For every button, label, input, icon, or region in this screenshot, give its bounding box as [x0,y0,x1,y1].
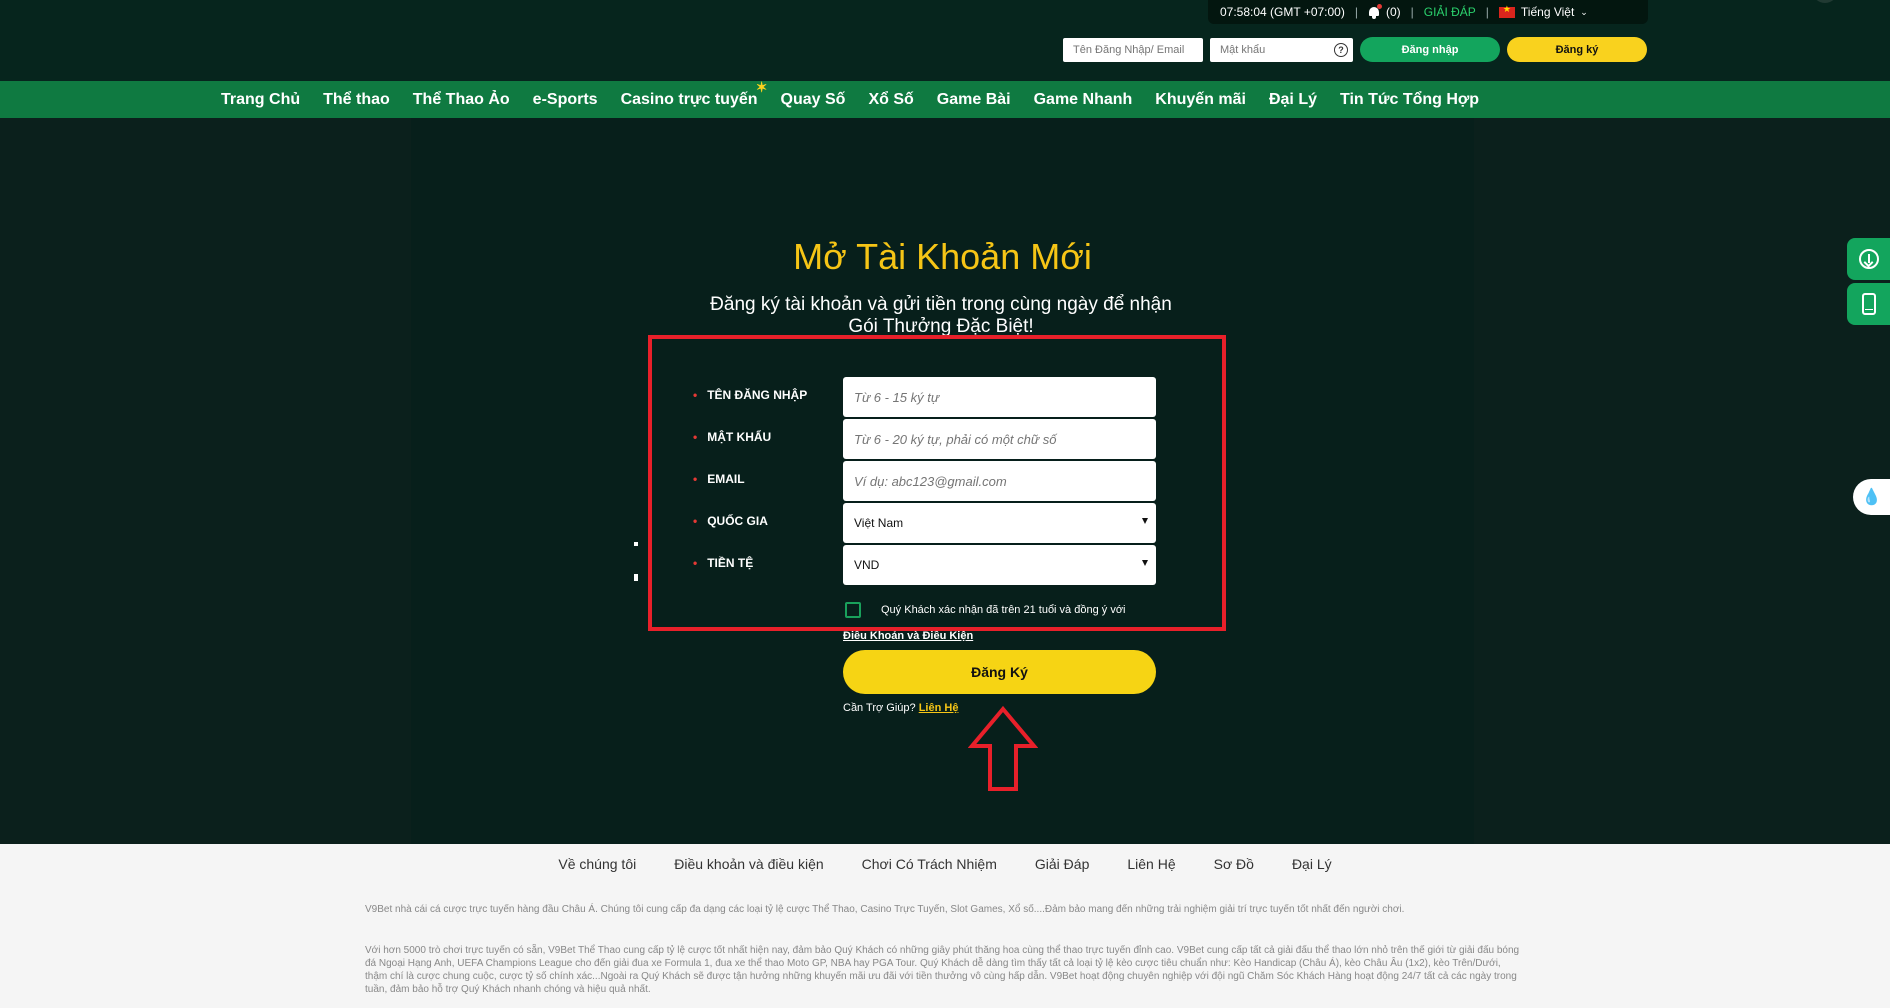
decoration-dot [634,542,638,546]
forgot-password-icon[interactable]: ? [1334,42,1348,57]
login-button[interactable]: Đăng nhập [1360,37,1500,62]
footer-link-contact[interactable]: Liên Hệ [1127,856,1175,872]
divider: | [1354,5,1358,19]
nav-item-news[interactable]: Tin Tức Tổng Hợp [1340,91,1479,109]
nav-item-card-games[interactable]: Game Bài [937,91,1011,109]
footer-link-terms[interactable]: Điều khoản và điều kiện [674,856,823,872]
contact-link[interactable]: Liên Hệ [919,702,959,714]
language-label: Tiếng Việt [1520,5,1575,19]
footer-link-responsible[interactable]: Chơi Có Trách Nhiệm [862,856,997,872]
page-subtitle: Đăng ký tài khoản và gửi tiền trong cùng… [710,294,1172,337]
star-icon: ✶ [755,78,768,95]
notification-count: (0) [1385,5,1401,19]
annotation-arrow-icon [968,706,1038,791]
footer-link-faq[interactable]: Giải Đáp [1035,856,1089,872]
annotation-highlight-box [648,335,1226,631]
password-wrapper: ? [1210,37,1353,62]
chevron-down-icon: ⌄ [1580,6,1588,17]
help-text: Cần Trợ Giúp? [843,702,916,714]
nav-item-lottery[interactable]: Xổ Số [868,91,913,109]
submit-register-button[interactable]: Đăng Ký [843,650,1156,694]
main-nav: Trang Chủ Thể thao Thể Thao Ảo e-Sports … [0,79,1890,118]
notifications-button[interactable]: (0) [1368,3,1401,19]
nav-item-virtual-sports[interactable]: Thể Thao Ảo [413,91,510,109]
mobile-app-button[interactable] [1847,283,1890,325]
footer-links: Về chúng tôi Điều khoản và điều kiện Chơ… [0,856,1890,872]
top-info-bar: 07:58:04 (GMT +07:00) | (0) | GIẢI ĐÁP |… [1208,0,1648,24]
server-time: 07:58:04 (GMT +07:00) [1220,5,1345,19]
password-input[interactable] [1210,37,1353,62]
nav-item-lottery-draw[interactable]: Quay Số [781,91,846,109]
top-header: 07:58:04 (GMT +07:00) | (0) | GIẢI ĐÁP |… [0,0,1890,81]
live-chat-button[interactable]: 💧 [1853,479,1890,515]
nav-item-esports[interactable]: e-Sports [533,91,598,109]
nav-item-casino-label: Casino trực tuyến [620,90,758,108]
footer-link-sitemap[interactable]: Sơ Đồ [1214,856,1254,872]
footer: Về chúng tôi Điều khoản và điều kiện Chơ… [0,844,1890,1008]
username-input[interactable] [1063,37,1203,62]
footer-description: V9Bet nhà cái cá cược trực tuyến hàng đầ… [365,904,1405,915]
nav-item-home[interactable]: Trang Chủ [221,91,300,109]
decoration-dot [634,574,638,581]
corner-decoration [1812,0,1838,3]
footer-description-long: Với hơn 5000 trò chơi trực tuyến có sẵn,… [365,945,1520,995]
nav-item-sports[interactable]: Thể thao [323,91,390,109]
divider: | [1485,5,1489,19]
vietnam-flag-icon [1498,4,1515,18]
chat-icon: 💧 [1861,489,1882,506]
download-button[interactable] [1847,238,1890,280]
help-link[interactable]: GIẢI ĐÁP [1424,5,1476,19]
help-line: Cần Trợ Giúp? Liên Hệ [843,702,958,714]
nav-item-agent[interactable]: Đại Lý [1269,91,1317,109]
login-form: ? Đăng nhập Đăng ký [1063,37,1647,62]
footer-link-about[interactable]: Về chúng tôi [558,856,636,872]
register-button[interactable]: Đăng ký [1507,37,1647,62]
nav-item-promotions[interactable]: Khuyến mãi [1155,91,1246,109]
nav-item-quick-games[interactable]: Game Nhanh [1034,91,1133,109]
phone-icon [1861,293,1876,315]
terms-link[interactable]: Điều Khoản và Điều Kiện [843,630,973,642]
footer-link-agent[interactable]: Đại Lý [1292,856,1332,872]
bell-icon [1368,3,1382,19]
page-title: Mở Tài Khoản Mới [793,236,1092,277]
language-selector[interactable]: Tiếng Việt ⌄ [1498,4,1588,19]
divider: | [1410,5,1414,19]
nav-item-casino[interactable]: Casino trực tuyến ✶ [620,79,768,109]
download-icon [1858,249,1879,269]
